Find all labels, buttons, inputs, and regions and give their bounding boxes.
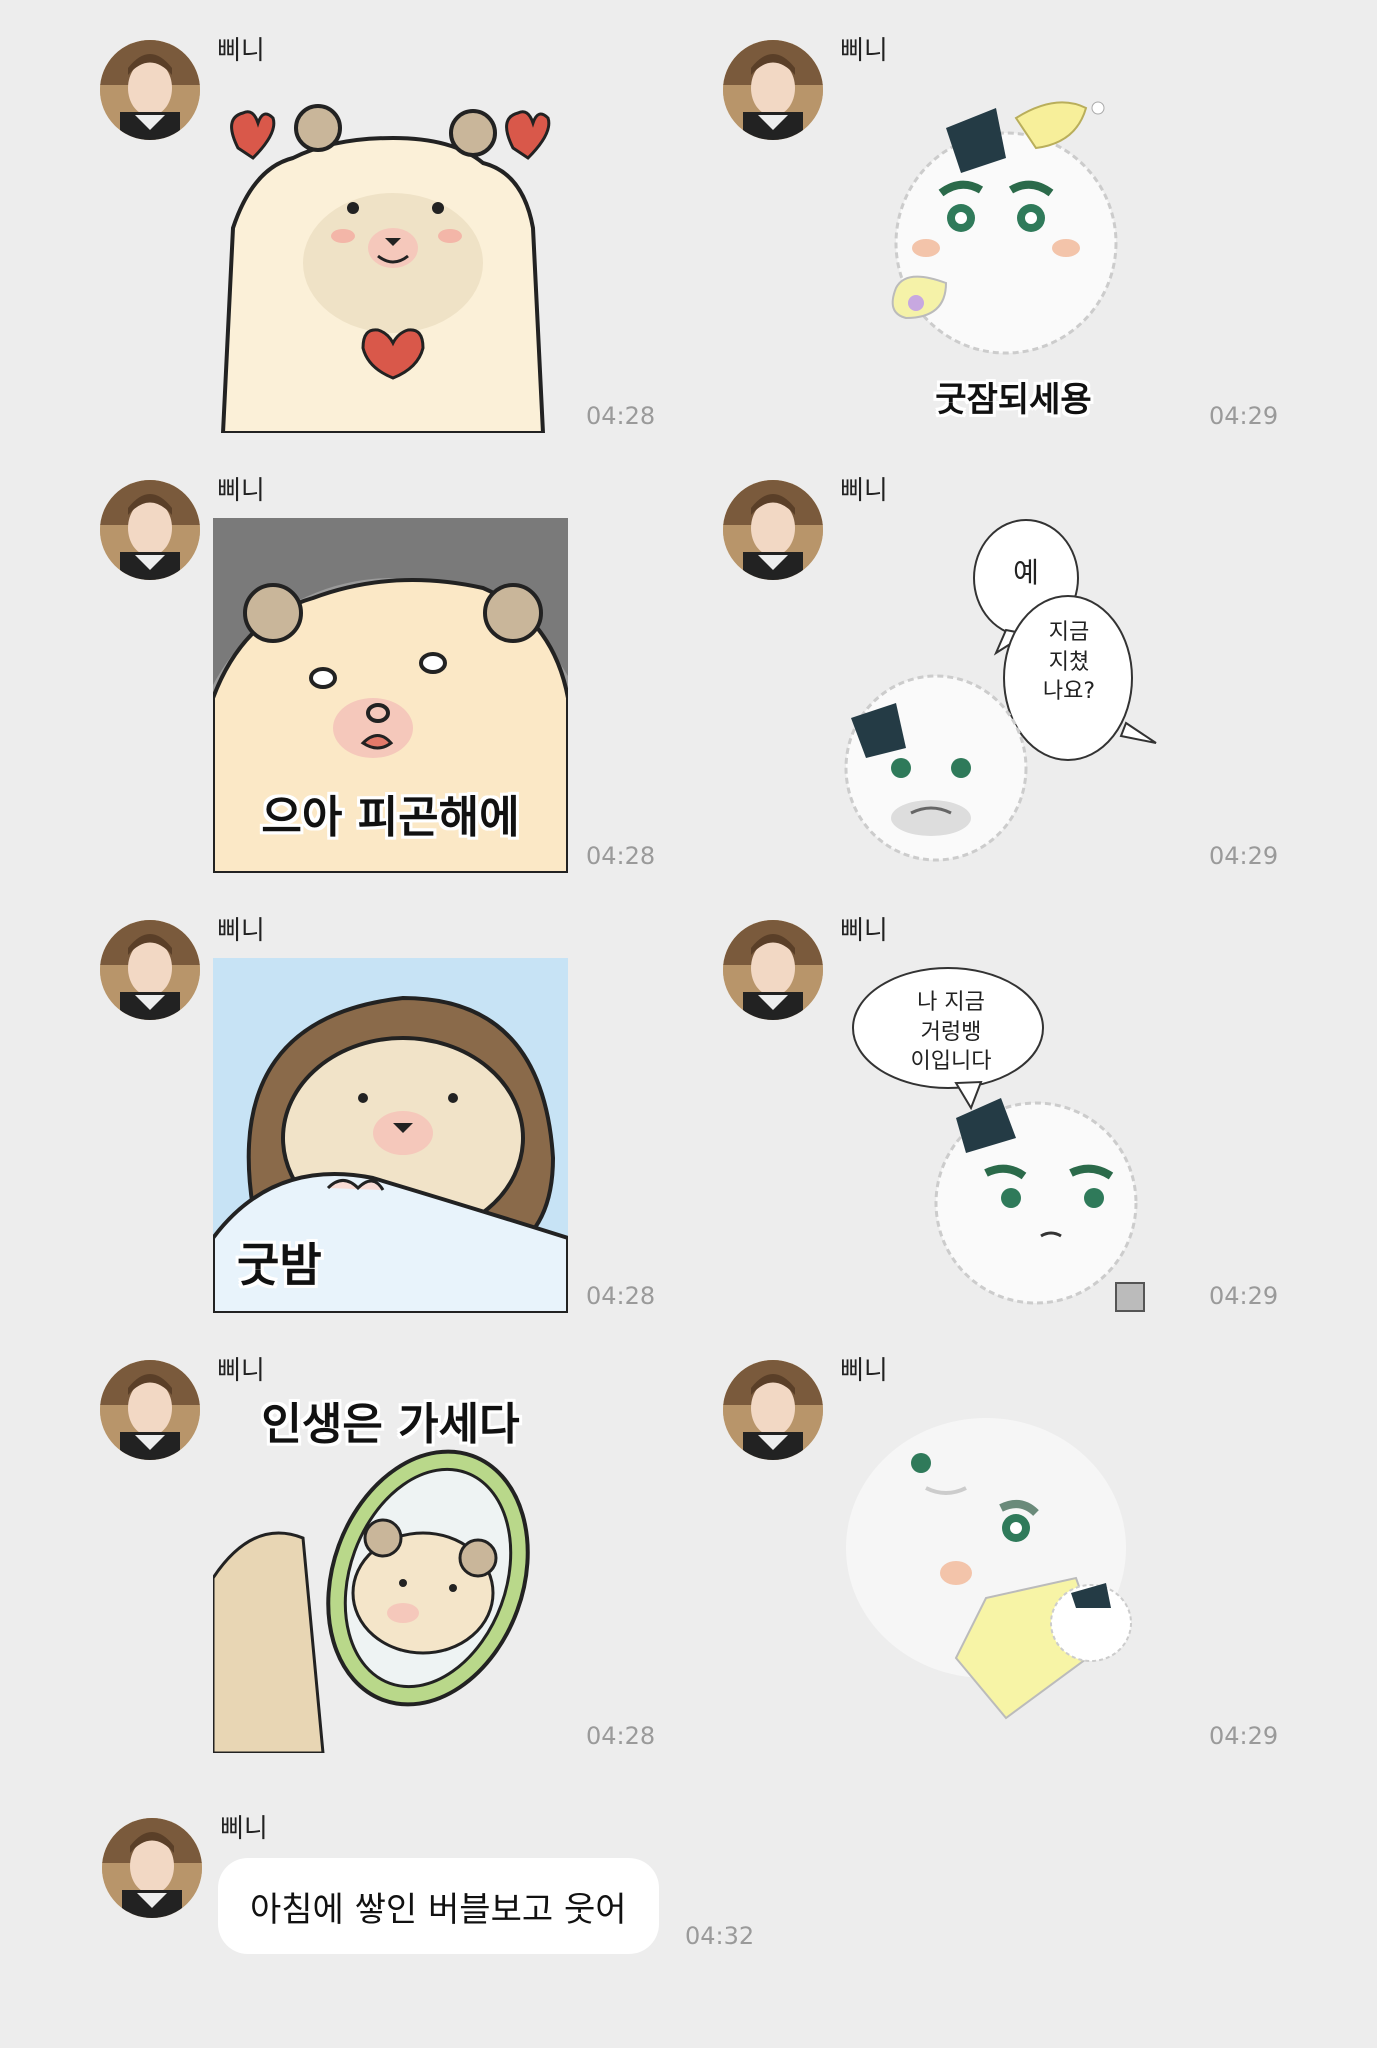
message-time: 04:29 [1209, 1282, 1279, 1310]
sticker-hamster-mirror[interactable]: 인생은 가세다 [213, 1398, 568, 1753]
avatar[interactable] [100, 1360, 200, 1460]
left-column: 삐니 04:28 삐니 으아 피곤해에 04:28 삐니 굿밤 04:28 삐니… [0, 0, 688, 1800]
message-time: 04:29 [1209, 1722, 1279, 1750]
sender-name: 삐니 [217, 1356, 265, 1386]
avatar[interactable] [100, 480, 200, 580]
sticker-rice-ball-beggar[interactable]: 나 지금 거렁뱅 이입니다 [836, 958, 1191, 1313]
message-time: 04:29 [1209, 402, 1279, 430]
avatar[interactable] [723, 480, 823, 580]
message-sticker-hamster-goodnight: 삐니 굿밤 04:28 [0, 880, 688, 1320]
sticker-rice-ball-goodsleep[interactable]: 굿잠되세용 [836, 78, 1191, 433]
message-sticker-rice-ball-beggar: 삐니 나 지금 거렁뱅 이입니다 04:29 [623, 880, 1311, 1320]
sticker-rice-ball-sleeping[interactable] [836, 1398, 1191, 1753]
sender-name: 삐니 [840, 476, 888, 506]
message-sticker-hamster-mirror: 삐니 인생은 가세다 04:28 [0, 1320, 688, 1760]
avatar[interactable] [100, 920, 200, 1020]
message-time: 04:32 [685, 1922, 755, 1950]
sender-name: 삐니 [217, 476, 265, 506]
sender-name: 삐니 [217, 36, 265, 66]
sender-name: 삐니 [840, 36, 888, 66]
sender-name: 삐니 [840, 916, 888, 946]
sticker-hamster-goodnight[interactable]: 굿밤 [213, 958, 568, 1313]
avatar[interactable] [723, 1360, 823, 1460]
right-column: 삐니 굿잠되세용 04:29 삐니 예 지금 지쳤 나요? 04:29 삐니 나… [623, 0, 1311, 1800]
message-text-content: 아침에 쌓인 버블보고 웃어 [250, 1889, 627, 1930]
avatar[interactable] [102, 1818, 202, 1918]
sender-name: 삐니 [217, 916, 265, 946]
sender-name: 삐니 [220, 1814, 268, 1844]
message-sticker-hamster-tired: 삐니 으아 피곤해에 04:28 [0, 440, 688, 880]
avatar[interactable] [723, 40, 823, 140]
sticker-rice-ball-tired[interactable]: 예 지금 지쳤 나요? [836, 518, 1191, 873]
sticker-hamster-tired[interactable]: 으아 피곤해에 [213, 518, 568, 873]
message-sticker-hamster-hearts: 삐니 04:28 [0, 0, 688, 440]
avatar[interactable] [100, 40, 200, 140]
avatar[interactable] [723, 920, 823, 1020]
message-sticker-rice-ball-sleeping: 삐니 04:29 [623, 1320, 1311, 1760]
message-sticker-rice-ball-tired: 삐니 예 지금 지쳤 나요? 04:29 [623, 440, 1311, 880]
sticker-hamster-hearts[interactable] [213, 78, 568, 433]
message-time: 04:29 [1209, 842, 1279, 870]
message-bubble[interactable]: 아침에 쌓인 버블보고 웃어 [218, 1858, 659, 1954]
sender-name: 삐니 [840, 1356, 888, 1386]
message-sticker-rice-ball-goodsleep: 삐니 굿잠되세용 04:29 [623, 0, 1311, 440]
message-text: 삐니 아침에 쌓인 버블보고 웃어 04:32 [0, 1800, 1377, 2020]
